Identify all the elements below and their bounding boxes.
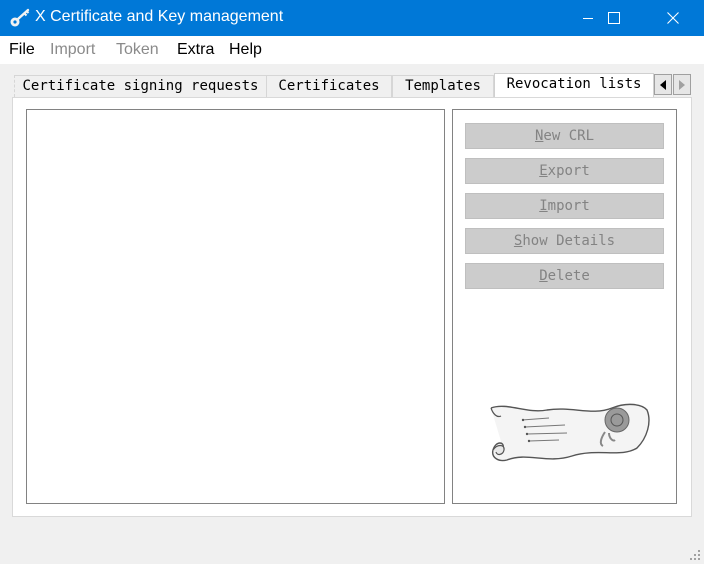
- menu-help[interactable]: Help: [229, 41, 262, 59]
- action-button-panel: New CRL Export Import Show Details Delet…: [452, 109, 677, 504]
- close-button[interactable]: [650, 0, 696, 36]
- tab-certificates[interactable]: Certificates: [266, 75, 392, 97]
- revocation-lists-pane: New CRL Export Import Show Details Delet…: [12, 97, 692, 517]
- tab-templates[interactable]: Templates: [392, 75, 494, 97]
- tab-certificate-signing-requests[interactable]: Certificate signing requests: [14, 75, 267, 97]
- close-icon: [667, 12, 679, 24]
- menu-token[interactable]: Token: [116, 41, 159, 59]
- tab-revocation-lists[interactable]: Revocation lists: [494, 73, 654, 98]
- delete-accel: D: [539, 268, 548, 284]
- tab-bar: Certificate signing requests Certificate…: [12, 73, 692, 98]
- crl-list-view[interactable]: [26, 109, 445, 504]
- show-details-label: how Details: [522, 233, 616, 249]
- delete-button[interactable]: Delete: [465, 263, 664, 289]
- show-details-button[interactable]: Show Details: [465, 228, 664, 254]
- tab-scroll-left-button[interactable]: [654, 74, 672, 95]
- show-details-accel: S: [513, 233, 523, 249]
- scroll-document-icon: [490, 403, 650, 462]
- new-crl-accel: N: [534, 128, 544, 144]
- export-label: xport: [547, 163, 590, 179]
- export-button[interactable]: Export: [465, 158, 664, 184]
- tab-scroll-right-button[interactable]: [673, 74, 691, 95]
- maximize-icon: [608, 12, 620, 24]
- window-title: X Certificate and Key management: [35, 8, 284, 25]
- export-accel: E: [539, 163, 548, 179]
- key-icon: [10, 8, 30, 27]
- triangle-left-icon: [660, 79, 666, 90]
- menu-file[interactable]: File: [9, 41, 35, 59]
- import-button[interactable]: Import: [465, 193, 664, 219]
- import-accel: I: [539, 198, 548, 214]
- triangle-right-icon: [679, 79, 685, 90]
- new-crl-label: ew CRL: [543, 128, 594, 144]
- menu-bar: File Import Token Extra Help: [0, 36, 704, 64]
- title-bar[interactable]: X Certificate and Key management: [0, 0, 704, 36]
- menu-extra[interactable]: Extra: [177, 41, 214, 59]
- maximize-button[interactable]: [591, 0, 637, 36]
- menu-import[interactable]: Import: [50, 41, 95, 59]
- import-label: mport: [547, 198, 590, 214]
- resize-grip-icon[interactable]: [689, 549, 701, 561]
- delete-label: elete: [547, 268, 590, 284]
- new-crl-button[interactable]: New CRL: [465, 123, 664, 149]
